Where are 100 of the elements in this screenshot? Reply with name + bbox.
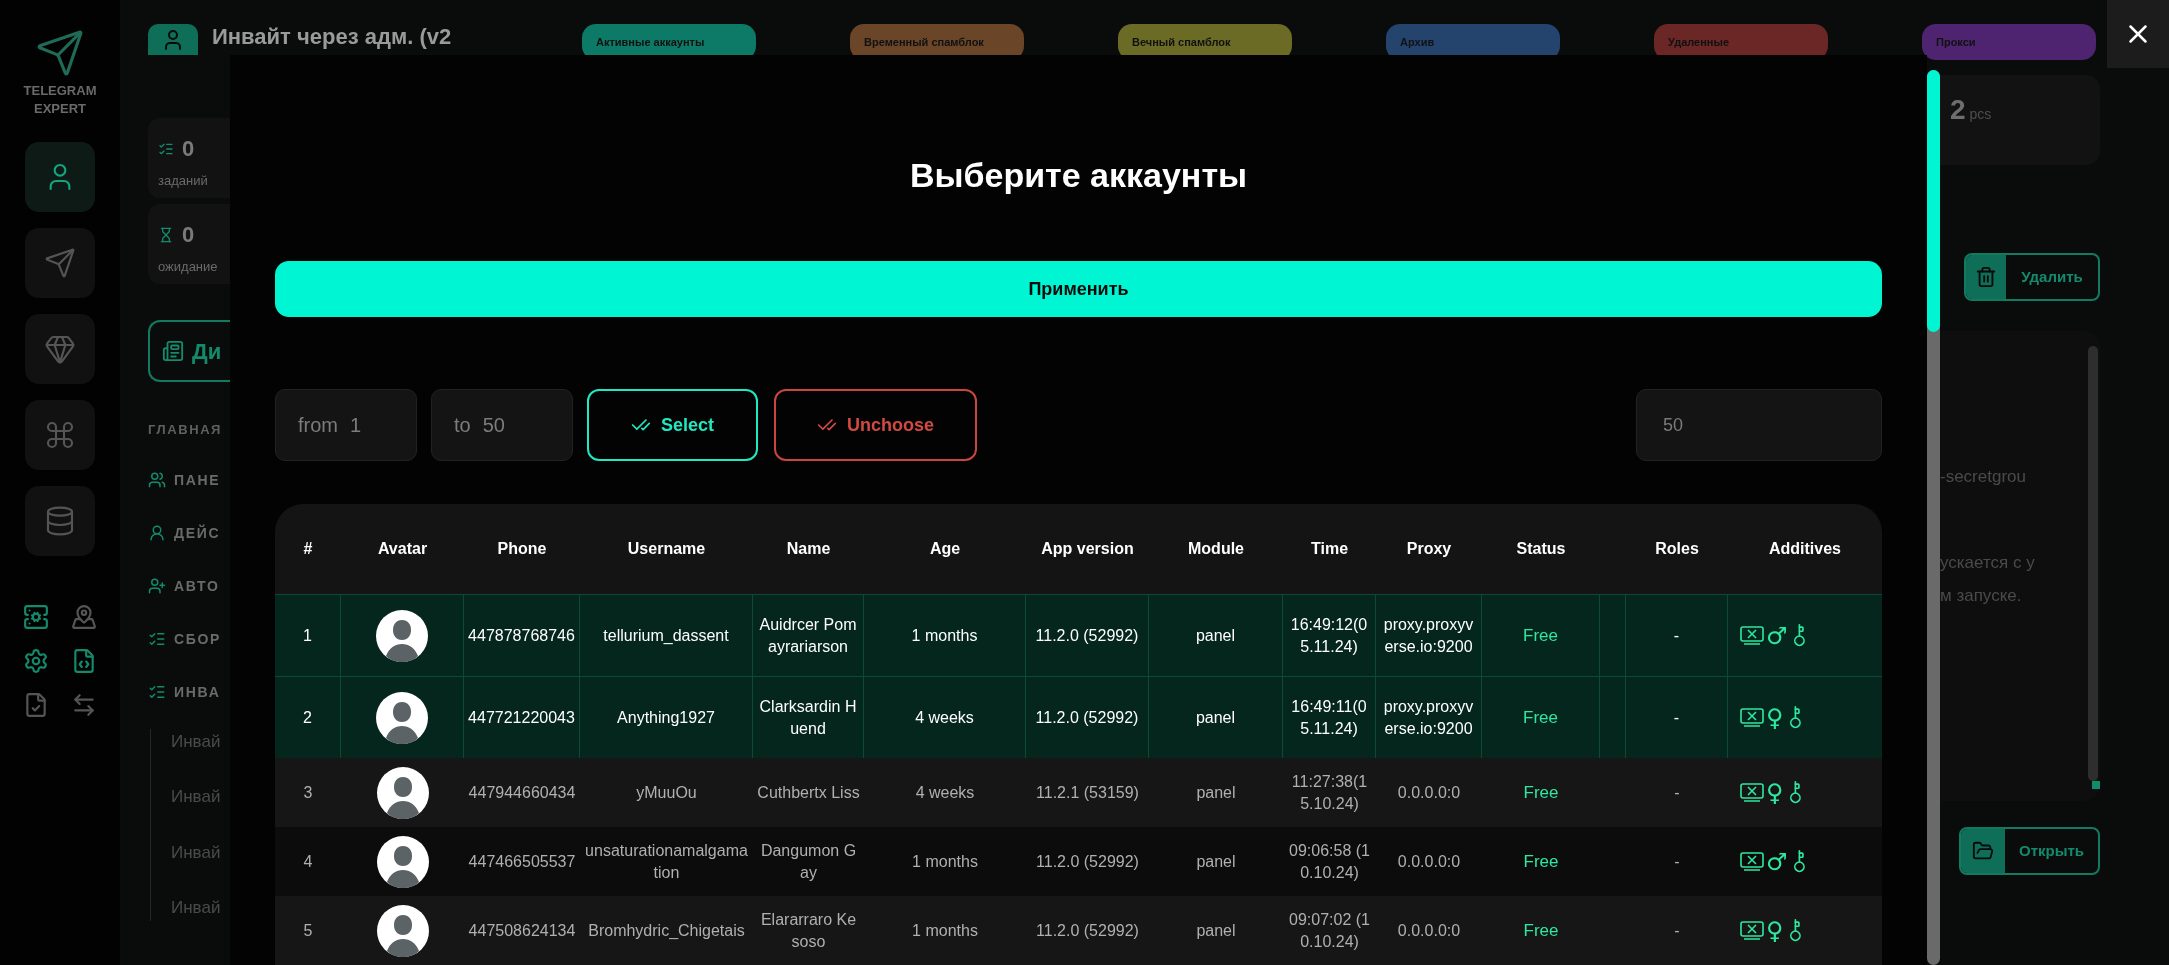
rail-button[interactable] bbox=[25, 142, 95, 212]
document-icon bbox=[162, 340, 184, 362]
table-cell-text: 0.0.0.0:0 bbox=[1396, 920, 1462, 941]
table-cell-text: unsaturationamalgamation bbox=[584, 840, 749, 883]
menu-item[interactable]: СБОР bbox=[148, 628, 230, 650]
column-header: # bbox=[302, 539, 314, 559]
swap-icon[interactable] bbox=[71, 692, 97, 718]
stat-value: 0 bbox=[182, 221, 195, 249]
avatar-placeholder bbox=[376, 835, 429, 888]
table-cell-text: Cuthbertx Liss bbox=[756, 782, 861, 803]
table-cell-text: 447508624134 bbox=[467, 920, 577, 941]
rail-icon bbox=[44, 419, 76, 451]
stat-value: 0 bbox=[182, 135, 195, 163]
menu-item[interactable]: ДЕЙС bbox=[148, 522, 230, 544]
menu-item[interactable]: АВТО bbox=[148, 575, 230, 597]
apply-button[interactable]: Применить bbox=[275, 261, 1882, 317]
table-cell-text: panel bbox=[1195, 782, 1237, 803]
from-field[interactable]: from 1 bbox=[275, 389, 417, 461]
table-cell-text: Elararraro Kesoso bbox=[759, 909, 858, 952]
crossed-screen-icon bbox=[1740, 625, 1764, 646]
count-field[interactable]: 50 bbox=[1636, 389, 1882, 461]
submenu-item[interactable]: Инвай bbox=[171, 895, 230, 921]
page-title: Инвайт через адм. (v2 bbox=[212, 24, 452, 50]
text-line: м запуске. bbox=[1940, 585, 2023, 607]
scrollbar-thumb[interactable] bbox=[1927, 70, 1940, 332]
trash-icon bbox=[1975, 266, 1997, 288]
table-cell-text: 09:06:58 (10.10.24) bbox=[1288, 840, 1371, 883]
open-button[interactable]: Открыть bbox=[1959, 827, 2100, 875]
table-row[interactable]: 2 447721220043 Anything1927 Clarksardin Huend 4 weeks 11.2.0 (52992) panel 16:49:11(05.11.24) proxy.proxyverse.io:9200 Free - ♀ bbox=[275, 676, 1882, 758]
table-cell-text: 11:27:38(15.10.24) bbox=[1290, 771, 1369, 814]
gender-symbol: ♀ bbox=[1766, 780, 1784, 805]
rail-button[interactable] bbox=[25, 314, 95, 384]
settings-icon[interactable] bbox=[23, 648, 49, 674]
unchoose-button[interactable]: Unchoose bbox=[774, 389, 977, 461]
delete-button[interactable]: Удалить bbox=[1964, 253, 2100, 301]
scrollbar[interactable] bbox=[1927, 70, 1940, 965]
text-line: ускается с у bbox=[1940, 551, 2036, 574]
column-header: App version bbox=[1040, 539, 1135, 559]
rail-icon bbox=[44, 247, 76, 279]
table-row[interactable]: 1 447878768746 tellurium_dassent Auidrcer Pomayrariarson 1 months 11.2.0 (52992) panel 16:49:12(05.11.24) proxy.proxyverse.io:9200 Free - ♂ bbox=[275, 594, 1882, 676]
folder-icon bbox=[1972, 840, 1994, 862]
table-cell-text: - bbox=[1673, 782, 1681, 803]
scrollbar[interactable] bbox=[2088, 346, 2098, 781]
code-window-icon[interactable] bbox=[71, 648, 97, 674]
select-button[interactable]: Select bbox=[587, 389, 758, 461]
resize-handle-icon[interactable] bbox=[2092, 781, 2100, 789]
crossed-screen-icon bbox=[1740, 707, 1764, 728]
column-header: Phone bbox=[496, 539, 548, 559]
submenu-item[interactable]: Инвай bbox=[171, 839, 230, 865]
avatar-placeholder bbox=[376, 766, 429, 819]
table-cell-text: 09:07:02 (10.10.24) bbox=[1288, 909, 1371, 952]
close-button[interactable] bbox=[2107, 0, 2169, 68]
table-cell-text: 447944660434 bbox=[467, 782, 577, 803]
table-cell-text: 4 weeks bbox=[914, 782, 976, 803]
paper-plane-logo-icon bbox=[35, 28, 85, 78]
modal-title: Выберите аккаунты bbox=[909, 155, 1248, 196]
crossed-screen-icon bbox=[1740, 920, 1764, 941]
table-cell-text: yMuuOu bbox=[635, 782, 698, 803]
rail-button[interactable] bbox=[25, 228, 95, 298]
menu-item[interactable]: ИНВА bbox=[148, 681, 230, 703]
rail-icon bbox=[44, 333, 76, 365]
table-cell-text: 1 months bbox=[911, 851, 979, 872]
logo-text: TELEGRAM EXPERT bbox=[22, 82, 98, 118]
table-cell-text: 3 bbox=[302, 782, 314, 803]
table-cell-text: 5 bbox=[302, 920, 314, 941]
status-text: Free bbox=[1522, 850, 1560, 873]
gender-symbol: ♂ bbox=[1766, 849, 1788, 874]
section-title: ГЛАВНАЯ bbox=[148, 421, 223, 439]
text-line: -secretgrou bbox=[1940, 466, 2027, 488]
document-check-icon[interactable] bbox=[23, 692, 49, 718]
column-header: Module bbox=[1187, 539, 1245, 559]
column-header: Name bbox=[785, 539, 832, 559]
table-cell-text: - bbox=[1673, 920, 1681, 941]
count-value: 2 bbox=[1950, 93, 1966, 127]
gender-symbol: ♀ bbox=[1766, 705, 1784, 730]
submenu-item[interactable]: Инвай bbox=[171, 784, 230, 810]
table-cell-text: Bromhydric_Chigetais bbox=[587, 920, 746, 941]
stat-label: ожидание bbox=[158, 258, 219, 276]
crossed-screen-icon bbox=[1740, 851, 1764, 872]
to-field[interactable]: to 50 bbox=[431, 389, 573, 461]
avatar-placeholder bbox=[376, 904, 429, 957]
table-cell-text: 0.0.0.0:0 bbox=[1396, 851, 1462, 872]
table-cell-text: panel bbox=[1195, 920, 1237, 941]
column-header: Proxy bbox=[1405, 539, 1453, 559]
table-cell-text: 11.2.0 (52992) bbox=[1035, 920, 1140, 941]
gender-symbol: ♂ bbox=[1766, 623, 1788, 648]
column-header: Avatar bbox=[376, 539, 429, 559]
avatar-placeholder bbox=[376, 609, 428, 662]
rail-button[interactable] bbox=[25, 400, 95, 470]
table-cell-text: 11.2.0 (52992) bbox=[1035, 851, 1140, 872]
rail-button[interactable] bbox=[25, 486, 95, 556]
column-header: Status bbox=[1515, 539, 1567, 559]
table-cell-text: panel bbox=[1195, 851, 1237, 872]
gender-symbol: ♀ bbox=[1766, 918, 1784, 943]
submenu-item[interactable]: Инвай bbox=[171, 728, 230, 754]
column-header: Time bbox=[1309, 539, 1350, 559]
status-text: Free bbox=[1522, 919, 1560, 942]
table-cell-text: - bbox=[1673, 851, 1681, 872]
server-icon[interactable] bbox=[23, 604, 49, 630]
menu-item[interactable]: ПАНЕ bbox=[148, 469, 230, 491]
